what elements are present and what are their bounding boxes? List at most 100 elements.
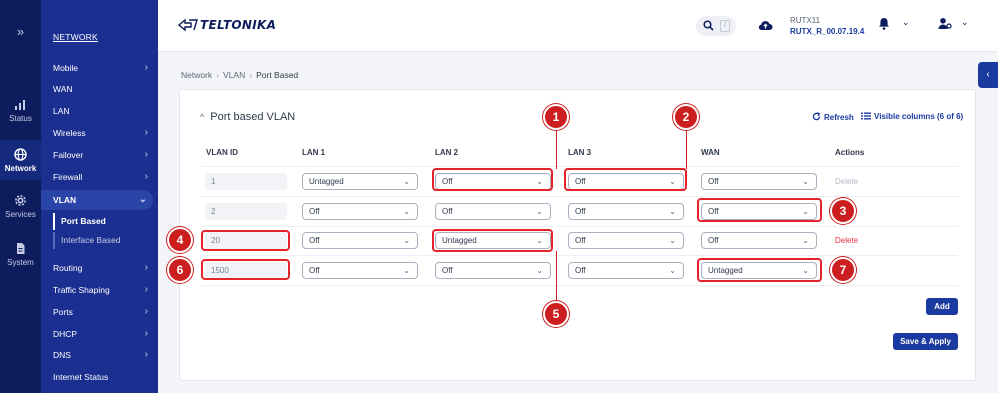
lan1-select[interactable]: Off ⌄ [302,203,418,220]
bell-icon[interactable] [878,17,890,30]
menu-item-lan[interactable]: LAN [41,101,158,121]
menu-item-traffic-shaping[interactable]: Traffic Shaping › [41,280,158,300]
breadcrumb-vlan[interactable]: VLAN [223,70,245,80]
menu-item-wireless[interactable]: Wireless › [41,123,158,143]
search-button[interactable]: / [696,16,736,36]
sub-item-interface-based[interactable]: Interface Based [53,232,158,249]
lan2-select[interactable]: Off ⌄ [435,262,551,279]
chevron-right-icon: › [144,127,148,138]
sub-item-port-based[interactable]: Port Based [53,213,158,230]
annotation-marker-1: 1 [543,104,569,130]
chevron-down-icon: ⌄ [802,177,809,186]
menu-item-ports[interactable]: Ports › [41,302,158,322]
vlan-id-field[interactable]: 1500 [205,262,287,279]
rail-label-network: Network [4,164,37,173]
card-title-text: Port based VLAN [210,111,296,123]
chevron-down-icon[interactable]: ⌄ [902,17,910,28]
row-divider [202,285,958,286]
menu-item-internet-status[interactable]: Internet Status [41,367,158,387]
chevron-down-icon: ⌄ [669,177,676,186]
add-button[interactable]: Add [926,298,958,315]
rail-label-status: Status [9,114,32,123]
teltonika-logo[interactable]: TELTONIKA [178,18,276,32]
breadcrumb-current: Port Based [256,70,299,80]
vlan-id-field[interactable]: 1 [205,173,287,190]
breadcrumb-network[interactable]: Network [181,70,212,80]
chevron-right-icon: › [144,306,148,317]
breadcrumb-separator-icon: › [249,70,253,80]
column-header-actions: Actions [835,148,865,157]
visible-columns-label: Visible columns (6 of 6) [874,112,964,121]
rail-item-system[interactable]: System [0,242,41,272]
chevron-left-icon: ‹ [986,69,990,80]
select-value: Off [575,266,586,275]
refresh-button[interactable]: Refresh [812,112,854,122]
menu-item-dhcp[interactable]: DHCP › [41,324,158,344]
chevron-right-icon: › [144,349,148,360]
menu-item-dns[interactable]: DNS › [41,345,158,365]
annotation-marker-4: 4 [167,227,193,253]
row-divider [202,166,958,167]
chevron-down-icon: ⌄ [403,207,410,216]
lan3-select[interactable]: Off ⌄ [568,203,684,220]
refresh-icon [812,112,821,121]
menu-label: LAN [53,106,70,116]
rail-item-services[interactable]: Services [0,194,41,224]
rail-item-network[interactable]: Network [0,140,41,180]
select-value: Untagged [708,266,743,275]
row-divider [202,196,958,197]
rail-item-status[interactable]: Status [0,98,41,128]
select-value: Off [575,207,586,216]
wan-select[interactable]: Off ⌄ [701,173,817,190]
delete-button[interactable]: Delete [835,177,858,186]
menu-item-vlan[interactable]: VLAN ⌄ [41,190,153,210]
menu-item-routing[interactable]: Routing › [41,258,158,278]
lan1-select[interactable]: Off ⌄ [302,232,418,249]
wan-select[interactable]: Off ⌄ [701,203,817,220]
visible-columns-button[interactable]: Visible columns (6 of 6) [861,112,963,121]
lan1-select[interactable]: Untagged ⌄ [302,173,418,190]
cloud-upload-icon[interactable] [758,19,773,31]
wan-select[interactable]: Off ⌄ [701,232,817,249]
lan2-select[interactable]: Off ⌄ [435,173,551,190]
select-value: Off [708,236,719,245]
chevron-up-icon: ^ [200,112,205,122]
menu-item-failover[interactable]: Failover › [41,145,158,165]
lan3-select[interactable]: Off ⌄ [568,173,684,190]
chevron-down-icon: ⌄ [802,266,809,275]
lan2-select[interactable]: Off ⌄ [435,203,551,220]
card-title[interactable]: ^ Port based VLAN [200,111,295,123]
firmware-version[interactable]: RUTX_R_00.07.19.4 [790,27,864,36]
menu-item-firewall[interactable]: Firewall › [41,167,158,187]
menu-label: Routing [53,263,83,273]
network-menu: NETWORK Mobile › WAN LAN Wireless › Failov… [41,0,158,393]
chevron-down-icon: ⌄ [802,207,809,216]
menu-item-mobile[interactable]: Mobile › [41,58,158,78]
logo-text: TELTONIKA [200,18,277,32]
column-header-vlan-id: VLAN ID [206,148,238,157]
menu-label: Wireless [53,128,86,138]
vlan-id-field[interactable]: 20 [205,232,287,249]
chevron-down-icon[interactable]: ⌄ [961,17,969,28]
menu-label: Traffic Shaping [53,285,110,295]
lan3-select[interactable]: Off ⌄ [568,262,684,279]
logo-mark-icon [178,19,198,31]
user-settings-icon[interactable] [938,17,952,30]
chevron-right-icon: › [144,328,148,339]
delete-button[interactable]: Delete [835,236,858,245]
save-apply-button[interactable]: Save & Apply [893,333,958,350]
lan3-select[interactable]: Off ⌄ [568,232,684,249]
annotation-marker-6: 6 [167,257,193,283]
select-value: Off [309,236,320,245]
wan-select[interactable]: Untagged ⌄ [701,262,817,279]
lan2-select[interactable]: Untagged ⌄ [435,232,551,249]
chevron-down-icon: ⌄ [138,194,147,205]
menu-label: WAN [53,84,73,94]
menu-item-wan[interactable]: WAN [41,79,158,99]
expand-menu-icon[interactable]: » [0,24,41,39]
chevron-down-icon: ⌄ [403,236,410,245]
lan1-select[interactable]: Off ⌄ [302,262,418,279]
vlan-id-field[interactable]: 2 [205,203,287,220]
document-icon [17,243,25,254]
collapse-panel-button[interactable]: ‹ [978,62,998,88]
